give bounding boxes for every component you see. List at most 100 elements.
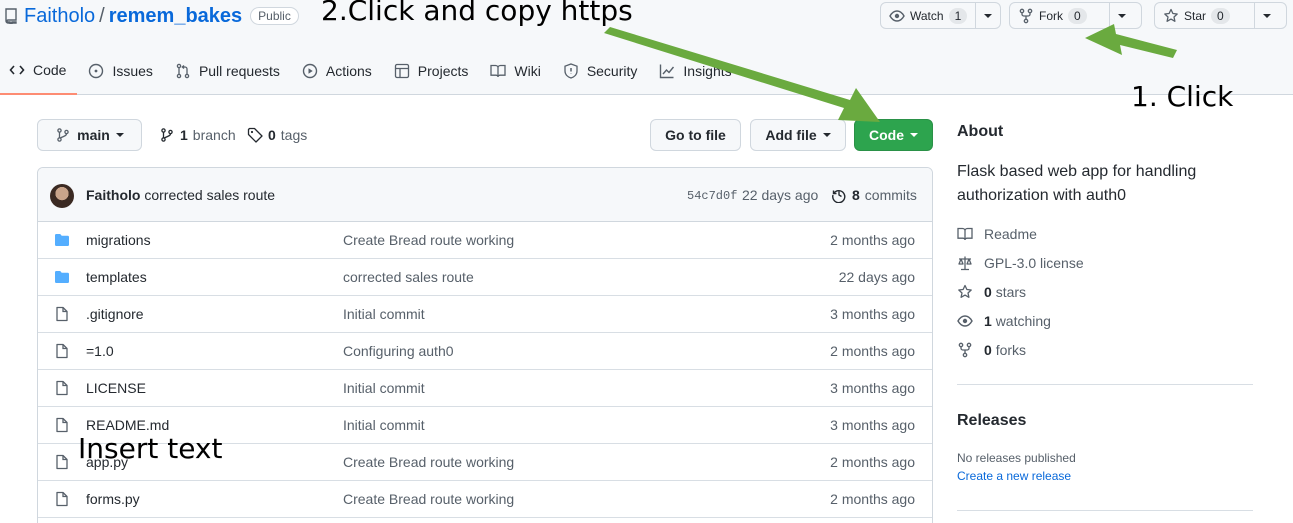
commit-hash[interactable]: 54c7d0f <box>687 189 737 203</box>
fork-dropdown[interactable] <box>1109 3 1134 28</box>
tab-insights[interactable]: Insights <box>648 52 742 90</box>
tags-link[interactable]: 0 tags <box>247 126 307 144</box>
tab-wiki[interactable]: Wiki <box>479 52 551 90</box>
fork-icon <box>957 342 973 358</box>
tab-actions-label: Actions <box>325 63 372 79</box>
repo-header: Faitholo / remem_bakes Public Watch 1 Fo… <box>0 0 1293 95</box>
file-commit-age: 2 months ago <box>830 454 915 470</box>
create-release-link[interactable]: Create a new release <box>957 469 1071 483</box>
tab-projects[interactable]: Projects <box>383 52 480 90</box>
watch-count: 1 <box>948 7 968 24</box>
file-commit-message-link[interactable]: Create Bread route working <box>343 491 514 507</box>
license-link[interactable]: GPL-3.0 license <box>957 254 1084 272</box>
issue-icon <box>88 63 104 79</box>
code-button[interactable]: Code <box>854 119 933 151</box>
play-icon <box>302 63 318 79</box>
tab-code[interactable]: Code <box>0 52 78 95</box>
file-commit-message-link[interactable]: Create Bread route working <box>343 454 514 470</box>
tab-security[interactable]: Security <box>552 52 649 90</box>
stars-link[interactable]: 0 stars <box>957 283 1026 301</box>
file-commit-message-link[interactable]: Create Bread route working <box>343 232 514 248</box>
tab-issues[interactable]: Issues <box>77 52 163 90</box>
chevron-down-icon <box>984 13 993 18</box>
tab-pull-requests-label: Pull requests <box>198 63 280 79</box>
stars-label: stars <box>995 284 1027 300</box>
eye-icon <box>889 8 905 24</box>
star-dropdown[interactable] <box>1254 3 1279 28</box>
book-icon <box>957 226 973 242</box>
file-name-link[interactable]: =1.0 <box>86 343 114 359</box>
code-button-label: Code <box>869 127 904 143</box>
branches-link[interactable]: 1 branch <box>159 126 236 144</box>
annotation-step2-text: 2.Click and copy https <box>321 0 633 27</box>
branch-select-button[interactable]: main <box>37 119 142 151</box>
readme-label: Readme <box>984 226 1037 242</box>
file-row: forms.py Create Bread route working 2 mont… <box>38 481 932 518</box>
star-button[interactable]: Star 0 <box>1154 2 1287 29</box>
graph-icon <box>659 63 675 79</box>
repo-name-link[interactable]: remem_bakes <box>109 5 242 28</box>
repo-separator: / <box>99 4 105 27</box>
file-name-link[interactable]: migrations <box>86 232 151 248</box>
file-name-link[interactable]: .gitignore <box>86 306 144 322</box>
branch-icon <box>159 127 175 143</box>
releases-heading[interactable]: Releases <box>957 412 1026 430</box>
law-icon <box>957 255 973 271</box>
table-icon <box>394 63 410 79</box>
file-commit-message-link[interactable]: Initial commit <box>343 380 425 396</box>
stars-count: 0 <box>984 284 992 300</box>
readme-link[interactable]: Readme <box>957 225 1037 243</box>
commit-count-label: commits <box>864 187 917 203</box>
file-commit-message-link[interactable]: Initial commit <box>343 417 425 433</box>
fork-button[interactable]: Fork 0 <box>1009 2 1142 29</box>
watch-button[interactable]: Watch 1 <box>880 2 1001 29</box>
go-to-file-button[interactable]: Go to file <box>650 119 741 151</box>
tab-pull-requests[interactable]: Pull requests <box>164 52 291 90</box>
star-icon <box>1163 8 1179 24</box>
shield-icon <box>563 63 579 79</box>
forks-label: forks <box>995 342 1027 358</box>
add-file-label: Add file <box>765 127 817 143</box>
chevron-down-icon <box>822 133 831 137</box>
tag-icon <box>247 127 263 143</box>
file-name-link[interactable]: README.md <box>86 417 169 433</box>
chevron-down-icon <box>115 133 124 137</box>
watching-count: 1 <box>984 313 992 329</box>
file-commit-message-link[interactable]: corrected sales route <box>343 269 474 285</box>
file-commit-age: 22 days ago <box>838 269 915 285</box>
repo-owner-link[interactable]: Faitholo <box>24 5 95 28</box>
add-file-button[interactable]: Add file <box>750 119 846 151</box>
repo-nav-tabs: Code Issues Pull requests Actions Projec… <box>0 52 743 95</box>
watch-dropdown[interactable] <box>975 3 1000 28</box>
file-name-link[interactable]: LICENSE <box>86 380 146 396</box>
no-releases-text: No releases published <box>957 451 1076 465</box>
license-label: GPL-3.0 license <box>984 255 1084 271</box>
branch-icon <box>55 127 71 143</box>
file-commit-age: 2 months ago <box>830 343 915 359</box>
branch-count: 1 <box>180 127 188 143</box>
tab-wiki-label: Wiki <box>514 63 541 79</box>
history-icon <box>831 187 847 203</box>
file-commit-message-link[interactable]: Configuring auth0 <box>343 343 454 359</box>
branch-count-label: branch <box>192 127 236 143</box>
file-name-link[interactable]: forms.py <box>86 491 140 507</box>
file-commit-age: 3 months ago <box>830 380 915 396</box>
file-row: templates corrected sales route 22 days ag… <box>38 259 932 296</box>
file-icon <box>54 417 70 433</box>
file-name-link[interactable]: templates <box>86 269 147 285</box>
file-row: =1.0 Configuring auth0 2 months ago <box>38 333 932 370</box>
chevron-down-icon <box>910 133 918 137</box>
watch-label: Watch <box>910 8 944 23</box>
annotation-step1-text: 1. Click <box>1131 80 1234 113</box>
chevron-down-icon <box>1118 13 1126 18</box>
commit-author[interactable]: Faitholo <box>86 187 140 203</box>
star-count: 0 <box>1211 7 1230 24</box>
tab-actions[interactable]: Actions <box>291 52 383 90</box>
avatar[interactable] <box>50 184 74 208</box>
watching-link[interactable]: 1 watching <box>957 312 1051 330</box>
file-icon <box>54 491 70 507</box>
commit-message[interactable]: corrected sales route <box>144 187 275 203</box>
file-commit-message-link[interactable]: Initial commit <box>343 306 425 322</box>
forks-link[interactable]: 0 forks <box>957 341 1026 359</box>
commits-link[interactable]: 8 commits <box>831 187 917 203</box>
